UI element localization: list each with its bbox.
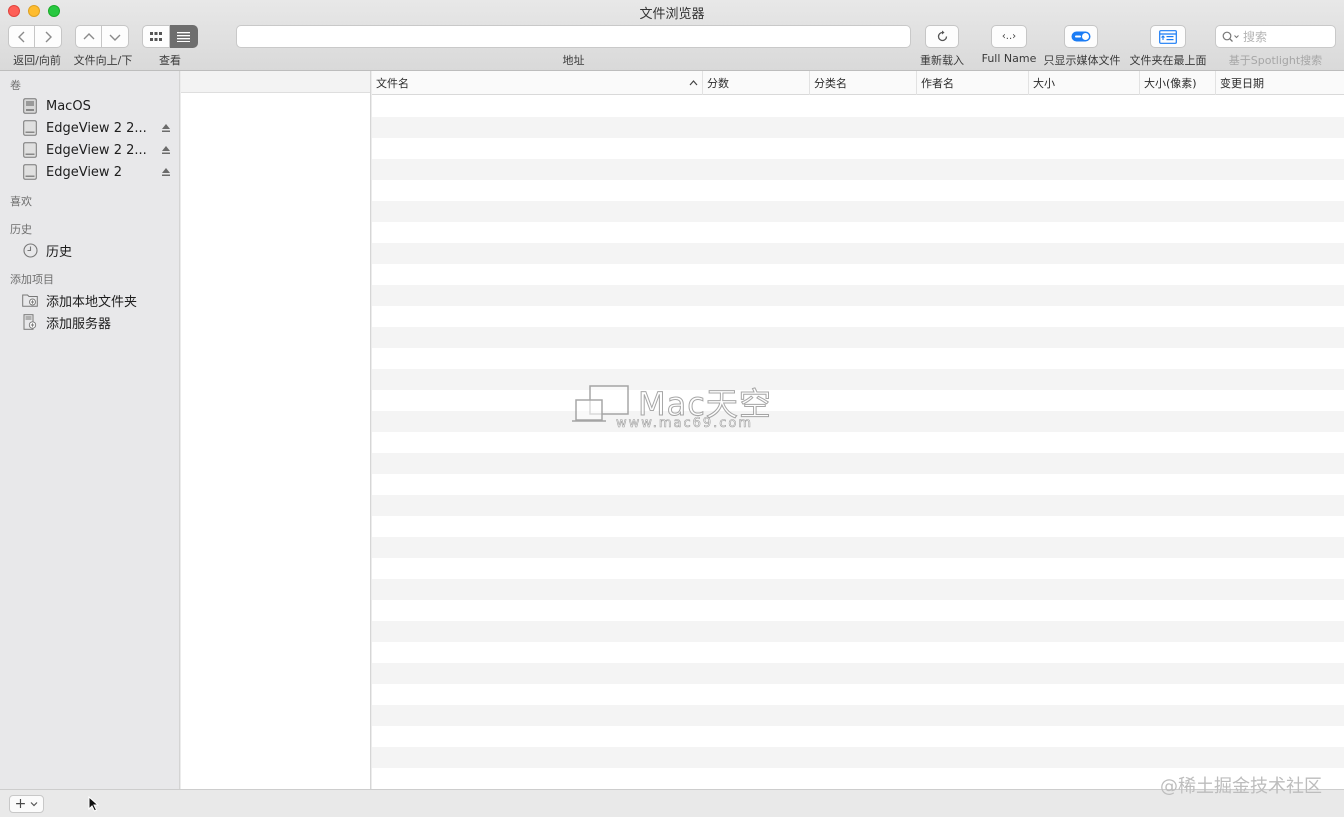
chevron-up-icon (83, 32, 94, 39)
sidebar-item-label: EdgeView 2 2... (46, 120, 147, 136)
column-header-label: 大小 (1033, 77, 1055, 90)
expand-arrows-icon: ‹..› (1001, 31, 1017, 42)
sidebar-item-macos[interactable]: MacOS (22, 96, 172, 116)
file-table[interactable]: 文件名 分数 分类名 作者名 大小 大小(像素) 变更日期 (372, 71, 1344, 789)
address-field[interactable] (236, 25, 911, 48)
table-header: 文件名 分数 分类名 作者名 大小 大小(像素) 变更日期 (372, 71, 1344, 95)
reload-button[interactable] (925, 25, 959, 48)
search-icon (1222, 31, 1239, 42)
column-header-pixel-size[interactable]: 大小(像素) (1140, 71, 1216, 95)
disk-icon (22, 120, 38, 136)
view-label: 查看 (159, 54, 181, 67)
reload-icon (937, 30, 947, 42)
back-forward-label: 返回/向前 (13, 54, 61, 67)
sidebar-section-add: 添加项目 (10, 273, 54, 286)
sidebar: 卷 MacOS EdgeView 2 2... EdgeView 2 2... … (0, 71, 180, 789)
chevron-down-icon (109, 34, 121, 41)
column-header-label: 大小(像素) (1144, 77, 1197, 90)
eject-icon[interactable] (160, 166, 172, 178)
disk-icon (22, 164, 38, 180)
up-down-control (75, 25, 129, 48)
window-title: 文件浏览器 (639, 7, 705, 22)
watermark-url: www.mac69.com (616, 416, 754, 432)
column-header-modified-date[interactable]: 变更日期 (1216, 71, 1344, 95)
sidebar-item-label: EdgeView 2 (46, 164, 122, 180)
view-control (142, 25, 198, 48)
search-field[interactable]: 搜索 (1215, 25, 1336, 48)
chevron-right-icon (45, 31, 52, 42)
sidebar-item-edgeview-1[interactable]: EdgeView 2 2... (22, 118, 172, 138)
column-header-category[interactable]: 分类名 (810, 71, 917, 95)
table-rows (372, 96, 1344, 789)
sidebar-item-edgeview-3[interactable]: EdgeView 2 (22, 162, 172, 182)
column-header-label: 变更日期 (1220, 77, 1264, 90)
server-add-icon (22, 314, 38, 330)
mouse-cursor-icon (88, 796, 100, 812)
list-icon (177, 31, 190, 42)
column-header-score[interactable]: 分数 (703, 71, 810, 95)
column-header-label: 分数 (707, 77, 729, 90)
sidebar-item-label: 添加本地文件夹 (46, 294, 138, 310)
sidebar-item-label: EdgeView 2 2... (46, 142, 147, 158)
toolbar: 文件浏览器 返回/向前 文件向上/下 查看 地址 重新载入 ‹..› Full … (0, 0, 1344, 71)
sidebar-section-favorites: 喜欢 (10, 195, 32, 208)
chevron-down-icon (30, 802, 38, 807)
sidebar-item-label: MacOS (46, 98, 91, 114)
forward-button[interactable] (35, 25, 62, 48)
column-header-label: 作者名 (921, 77, 954, 90)
bottom-bar: + (0, 789, 1344, 817)
eject-icon[interactable] (160, 122, 172, 134)
full-name-button[interactable]: ‹..› (991, 25, 1027, 48)
add-menu-button[interactable]: + (9, 795, 44, 813)
back-button[interactable] (8, 25, 35, 48)
media-only-toggle[interactable] (1064, 25, 1098, 48)
disk-icon (22, 142, 38, 158)
list-view-button[interactable] (170, 25, 198, 48)
clock-icon (22, 242, 38, 258)
hard-disk-icon (22, 98, 38, 114)
sidebar-item-edgeview-2[interactable]: EdgeView 2 2... (22, 140, 172, 160)
add-button-label: + (14, 796, 27, 812)
column-header-label: 文件名 (376, 77, 409, 90)
column-header-label: 分类名 (814, 77, 847, 90)
folder-top-icon (1159, 29, 1177, 44)
address-label: 地址 (562, 54, 585, 67)
full-name-label: Full Name (981, 52, 1037, 65)
grid-view-button[interactable] (142, 25, 170, 48)
reload-label: 重新载入 (920, 54, 964, 67)
back-forward-control (8, 25, 62, 48)
chevron-left-icon (17, 31, 24, 42)
folders-on-top-label: 文件夹在最上面 (1129, 54, 1207, 67)
up-button[interactable] (75, 25, 102, 48)
spotlight-label: 基于Spotlight搜索 (1228, 54, 1323, 67)
up-down-label: 文件向上/下 (73, 54, 133, 67)
folders-on-top-button[interactable] (1150, 25, 1186, 48)
down-button[interactable] (102, 25, 129, 48)
toggle-switch-icon (1071, 31, 1091, 42)
search-placeholder: 搜索 (1243, 30, 1268, 44)
sidebar-item-add-local-folder[interactable]: 添加本地文件夹 (22, 290, 172, 310)
column-header-size[interactable]: 大小 (1029, 71, 1140, 95)
media-only-label: 只显示媒体文件 (1043, 54, 1121, 67)
footer-watermark-text: @稀土掘金技术社区 (1160, 776, 1322, 797)
column-header-filename[interactable]: 文件名 (372, 71, 703, 95)
sidebar-item-history[interactable]: 历史 (22, 240, 172, 260)
folder-column-header (181, 71, 370, 93)
folder-column[interactable] (181, 71, 371, 789)
folder-add-icon (22, 292, 38, 308)
sidebar-section-history: 历史 (10, 223, 32, 236)
sidebar-item-label: 添加服务器 (46, 316, 112, 332)
column-header-author[interactable]: 作者名 (917, 71, 1029, 95)
sidebar-item-label: 历史 (46, 244, 73, 260)
grid-icon (150, 31, 162, 41)
eject-icon[interactable] (160, 144, 172, 156)
sort-ascending-icon (689, 80, 698, 86)
sidebar-item-add-server[interactable]: 添加服务器 (22, 312, 172, 332)
sidebar-section-volumes: 卷 (10, 79, 21, 92)
